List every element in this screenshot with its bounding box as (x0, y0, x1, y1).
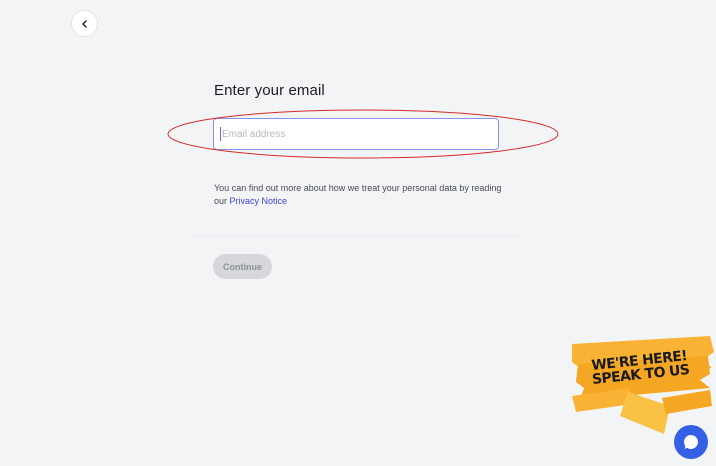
privacy-note: You can find out more about how we treat… (214, 182, 514, 208)
divider (192, 236, 520, 237)
page-title: Enter your email (214, 82, 325, 99)
chat-bubble-icon (684, 435, 698, 449)
speak-to-us-banner[interactable] (570, 334, 716, 438)
email-field[interactable] (213, 118, 499, 150)
chat-launcher-button[interactable] (674, 425, 708, 459)
text-caret (220, 127, 221, 141)
continue-button[interactable]: Continue (213, 254, 272, 279)
ribbon-graphic (572, 336, 714, 434)
privacy-notice-link[interactable]: Privacy Notice (230, 196, 288, 206)
back-button[interactable] (71, 10, 98, 37)
chevron-left-icon (81, 19, 87, 28)
